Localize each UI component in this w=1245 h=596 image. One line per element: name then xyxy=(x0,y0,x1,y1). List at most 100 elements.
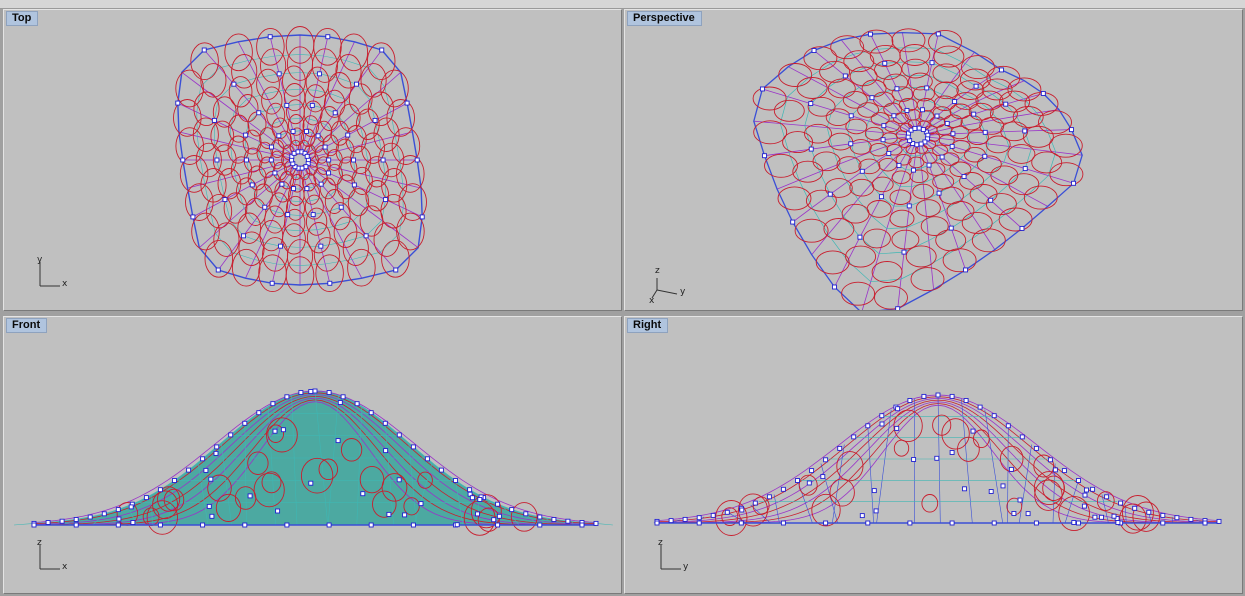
control-point xyxy=(970,428,976,434)
circle-curve xyxy=(313,237,340,272)
circle-curve xyxy=(200,63,227,98)
control-point xyxy=(593,520,599,526)
control-point xyxy=(402,512,408,518)
mesh-ring xyxy=(779,47,1057,283)
control-point xyxy=(201,47,207,53)
viewport-title-front[interactable]: Front xyxy=(6,318,48,333)
control-point xyxy=(1047,457,1053,463)
control-point xyxy=(820,474,826,480)
circle-curve xyxy=(319,106,339,131)
control-point xyxy=(272,428,278,434)
top-view-canvas[interactable] xyxy=(4,10,622,311)
circle-curve xyxy=(373,222,400,257)
circle-curve xyxy=(935,229,967,252)
control-point xyxy=(1115,520,1121,525)
circle-curve xyxy=(315,254,344,293)
control-point xyxy=(1082,492,1088,498)
viewport-title-perspective[interactable]: Perspective xyxy=(627,11,702,26)
control-point xyxy=(949,393,955,399)
control-point xyxy=(213,450,219,456)
viewport-title-top[interactable]: Top xyxy=(6,11,39,26)
viewport-front[interactable]: Front z x xyxy=(3,316,622,594)
control-point xyxy=(907,520,913,526)
control-point xyxy=(790,219,796,225)
control-point xyxy=(848,141,854,147)
control-point xyxy=(914,142,920,148)
control-point xyxy=(668,518,674,524)
control-point xyxy=(809,468,815,474)
circle-curve xyxy=(359,205,384,237)
control-point xyxy=(1099,514,1104,520)
control-point xyxy=(523,511,529,517)
control-point xyxy=(924,85,930,91)
control-point xyxy=(1005,423,1011,429)
control-point xyxy=(873,508,879,514)
control-point xyxy=(404,100,410,106)
circle-curve xyxy=(975,90,1004,111)
control-point xyxy=(368,522,374,528)
control-point xyxy=(354,81,359,87)
control-point xyxy=(1090,486,1096,492)
axis-label-x: x xyxy=(62,562,68,572)
control-point xyxy=(759,86,765,92)
control-point xyxy=(268,144,274,150)
circle-curve xyxy=(282,65,306,97)
control-point xyxy=(312,388,318,394)
control-point xyxy=(851,434,857,440)
circle-curve xyxy=(857,102,880,118)
circle-curve xyxy=(951,139,971,154)
control-point xyxy=(284,102,290,108)
control-point xyxy=(249,182,255,188)
control-point xyxy=(907,398,913,403)
control-point xyxy=(1160,512,1166,518)
viewport-right[interactable]: Right z y xyxy=(624,316,1243,594)
control-point xyxy=(1011,511,1017,516)
control-point xyxy=(921,393,927,399)
circle-curve xyxy=(231,248,261,287)
control-point xyxy=(971,111,977,117)
viewport-title-right[interactable]: Right xyxy=(627,318,669,333)
control-point xyxy=(948,225,954,231)
control-point xyxy=(880,137,886,143)
control-point xyxy=(256,410,262,416)
circle-curve xyxy=(261,86,283,115)
control-point xyxy=(322,144,328,150)
control-point xyxy=(848,113,854,119)
control-point xyxy=(904,107,910,113)
circle-curve xyxy=(990,165,1019,186)
axis-label-z: z xyxy=(655,266,660,276)
control-point xyxy=(285,212,291,218)
control-point xyxy=(952,99,958,105)
control-point xyxy=(891,113,897,119)
control-point xyxy=(752,500,758,506)
control-point xyxy=(256,110,262,116)
circle-curve xyxy=(872,91,895,108)
mesh-line xyxy=(13,523,35,526)
circle-curve xyxy=(976,155,1002,174)
control-point xyxy=(929,60,935,66)
control-point xyxy=(326,522,332,528)
perspective-view-canvas[interactable] xyxy=(625,10,1243,311)
circle-curve xyxy=(815,250,850,275)
control-point xyxy=(308,480,314,486)
perspective-mesh xyxy=(752,28,1084,310)
axis-label-z: z xyxy=(658,538,663,548)
right-view-canvas[interactable] xyxy=(625,317,1243,594)
control-point xyxy=(243,157,249,163)
control-point xyxy=(766,494,772,500)
control-point xyxy=(811,48,817,53)
mesh-ring xyxy=(826,74,1010,229)
control-point xyxy=(372,117,378,123)
control-point xyxy=(920,127,926,133)
control-point xyxy=(1008,466,1014,472)
control-point xyxy=(916,125,922,131)
control-point xyxy=(467,487,473,493)
control-point xyxy=(1033,445,1039,451)
circle-curve xyxy=(256,27,285,66)
viewport-top[interactable]: Top y x xyxy=(3,9,622,311)
viewport-perspective[interactable]: Perspective z y x xyxy=(624,9,1243,311)
circle-curve xyxy=(841,281,876,306)
control-point xyxy=(1017,497,1023,503)
axis-label-y: y xyxy=(37,255,43,265)
front-view-canvas[interactable] xyxy=(4,317,622,594)
